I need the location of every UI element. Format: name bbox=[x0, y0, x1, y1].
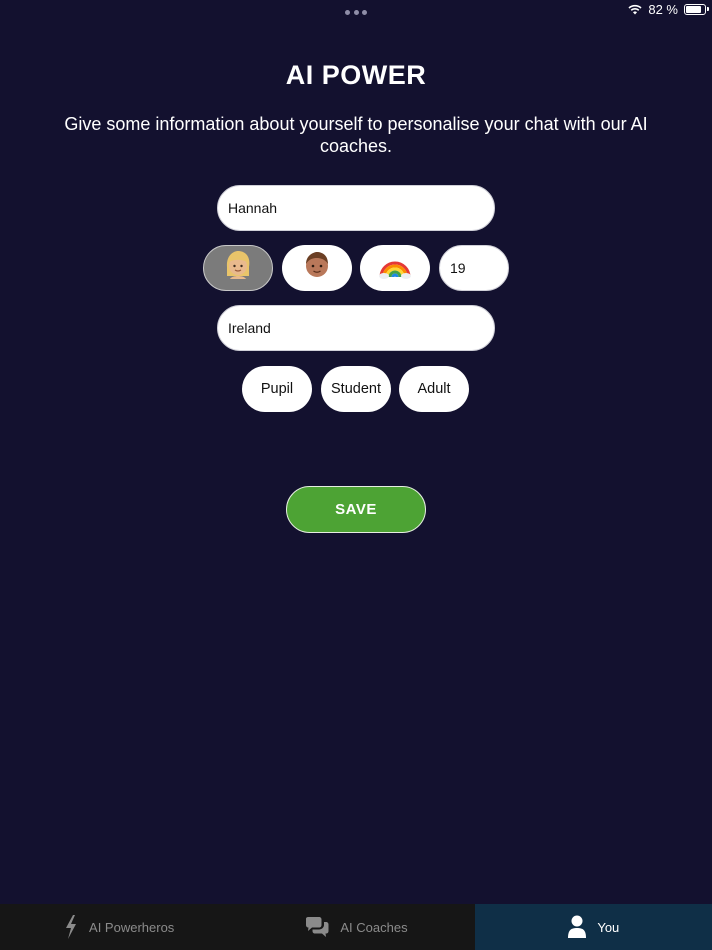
status-bar: 82 % bbox=[0, 0, 712, 22]
tab-you[interactable]: You bbox=[474, 904, 712, 950]
blonde-person-icon bbox=[222, 249, 254, 288]
battery-icon bbox=[684, 4, 709, 15]
chat-bubbles-icon bbox=[304, 916, 330, 938]
country-input-value: Ireland bbox=[228, 320, 271, 336]
avatar-option-boy[interactable] bbox=[282, 245, 352, 291]
name-input[interactable]: Hannah bbox=[217, 185, 495, 231]
multitasking-dots-icon[interactable] bbox=[345, 6, 367, 18]
age-input[interactable]: 19 bbox=[439, 245, 509, 291]
avatar-option-rainbow[interactable] bbox=[360, 245, 430, 291]
country-input[interactable]: Ireland bbox=[217, 305, 495, 351]
wifi-icon bbox=[628, 4, 642, 15]
tab-label: AI Powerheros bbox=[89, 919, 175, 935]
role-button-adult[interactable]: Adult bbox=[399, 366, 469, 412]
battery-percentage: 82 % bbox=[648, 2, 678, 17]
avatar-option-blonde-person[interactable] bbox=[203, 245, 273, 291]
age-input-value: 19 bbox=[450, 260, 466, 276]
page-title: AI POWER bbox=[285, 60, 427, 90]
save-button[interactable]: SAVE bbox=[286, 486, 426, 533]
status-indicators: 82 % bbox=[628, 2, 709, 17]
tab-label: AI Coaches bbox=[340, 919, 408, 935]
page-subtitle: Give some information about yourself to … bbox=[64, 114, 648, 156]
person-icon bbox=[567, 915, 587, 939]
rainbow-icon bbox=[379, 251, 411, 286]
tab-ai-coaches[interactable]: AI Coaches bbox=[237, 904, 474, 950]
role-button-pupil[interactable]: Pupil bbox=[242, 366, 312, 412]
tab-bar: AI Powerheros AI Coaches You bbox=[0, 904, 712, 950]
name-input-value: Hannah bbox=[228, 200, 278, 216]
role-button-student[interactable]: Student bbox=[321, 366, 391, 412]
boy-icon bbox=[302, 250, 332, 287]
tab-ai-powerheros[interactable]: AI Powerheros bbox=[0, 904, 237, 950]
lightning-icon bbox=[63, 914, 79, 940]
tab-label: You bbox=[597, 919, 620, 935]
